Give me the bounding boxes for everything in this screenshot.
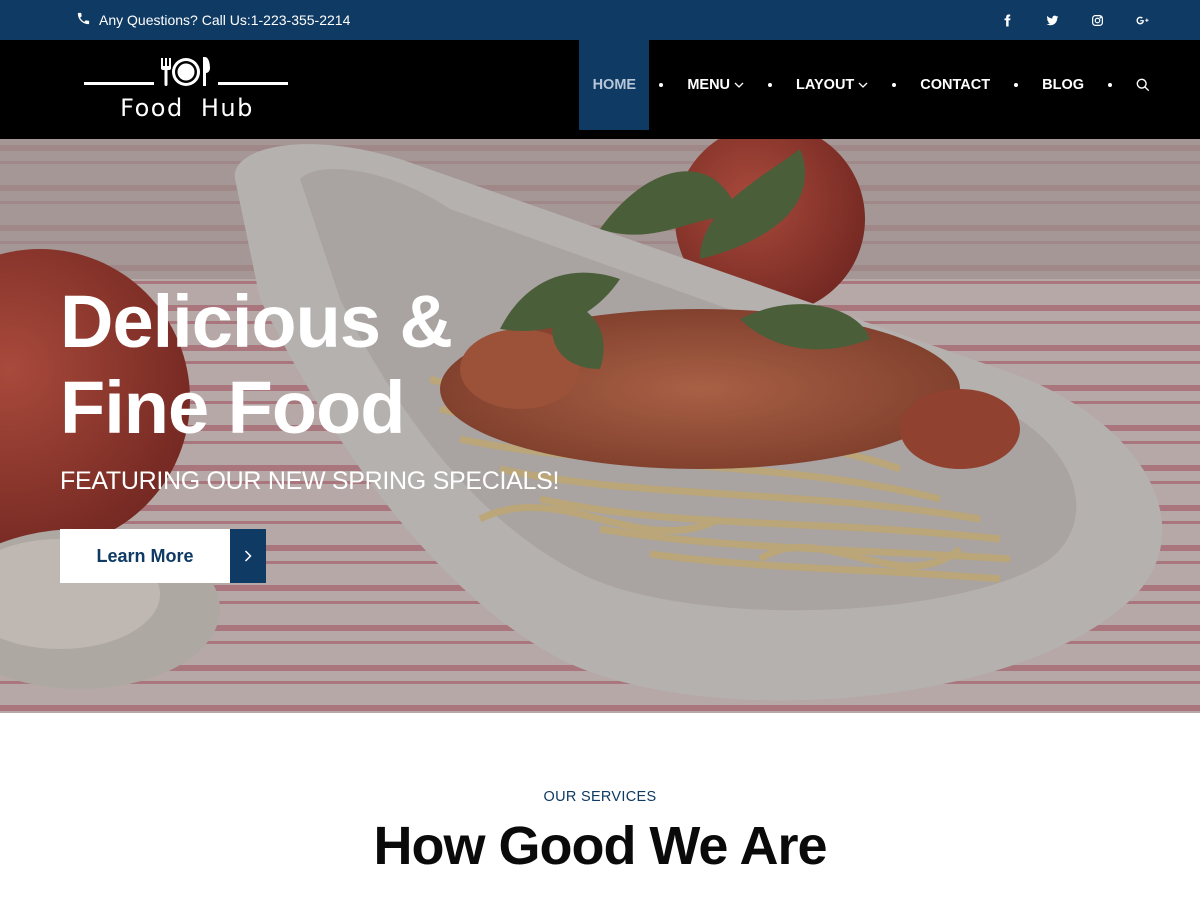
phone-icon: [76, 11, 91, 29]
nav-home[interactable]: HOME: [579, 40, 650, 130]
hero-title-line-2: Fine Food: [60, 366, 405, 449]
nav-separator-dot: [659, 83, 664, 87]
hero-title: Delicious & Fine Food: [60, 279, 453, 451]
social-links: [1000, 0, 1150, 40]
nav-menu[interactable]: MENU: [673, 40, 758, 130]
main-nav: HOME MENU LAYOUT CONTACT BLOG: [579, 40, 1200, 130]
chevron-down-icon: [734, 82, 744, 88]
nav-contact-label: CONTACT: [920, 77, 991, 93]
site-logo[interactable]: Food Hub: [82, 50, 292, 130]
nav-contact[interactable]: CONTACT: [906, 40, 1004, 130]
google-plus-icon[interactable]: [1135, 13, 1150, 28]
learn-more-button[interactable]: Learn More: [60, 529, 266, 583]
site-header: Food Hub HOME MENU LAYOUT CONTACT BLOG: [0, 40, 1200, 139]
logo-line-left: [84, 82, 154, 85]
hero-title-line-1: Delicious &: [60, 280, 453, 363]
twitter-icon[interactable]: [1045, 13, 1060, 28]
contact-phone[interactable]: Any Questions? Call Us:1-223-355-2214: [76, 0, 350, 40]
nav-separator-dot: [1014, 83, 1019, 87]
nav-separator-dot: [768, 83, 773, 87]
logo-text: Food Hub: [120, 94, 254, 122]
facebook-icon[interactable]: [1000, 13, 1015, 28]
phone-text: Any Questions? Call Us:1-223-355-2214: [99, 12, 351, 28]
nav-blog[interactable]: BLOG: [1028, 40, 1098, 130]
services-kicker: OUR SERVICES: [543, 789, 657, 805]
hero-banner: Delicious & Fine Food FEATURING OUR NEW …: [0, 139, 1200, 713]
instagram-icon[interactable]: [1090, 13, 1105, 28]
nav-home-label: HOME: [592, 77, 637, 93]
nav-layout-label: LAYOUT: [796, 77, 855, 93]
chevron-down-icon: [858, 82, 868, 88]
hero-subtitle: FEATURING OUR NEW SPRING SPECIALS!: [60, 467, 560, 495]
plate-cutlery-icon: [161, 57, 210, 86]
nav-menu-label: MENU: [687, 77, 731, 93]
chevron-right-icon: [230, 529, 266, 583]
nav-layout[interactable]: LAYOUT: [782, 40, 882, 130]
top-bar: Any Questions? Call Us:1-223-355-2214: [0, 0, 1200, 40]
search-icon[interactable]: [1136, 77, 1152, 93]
services-title: How Good We Are: [373, 816, 827, 876]
nav-blog-label: BLOG: [1042, 77, 1084, 93]
learn-more-label: Learn More: [60, 529, 230, 583]
nav-separator-dot: [1108, 83, 1112, 87]
nav-separator-dot: [892, 83, 897, 87]
logo-line-right: [218, 82, 288, 85]
